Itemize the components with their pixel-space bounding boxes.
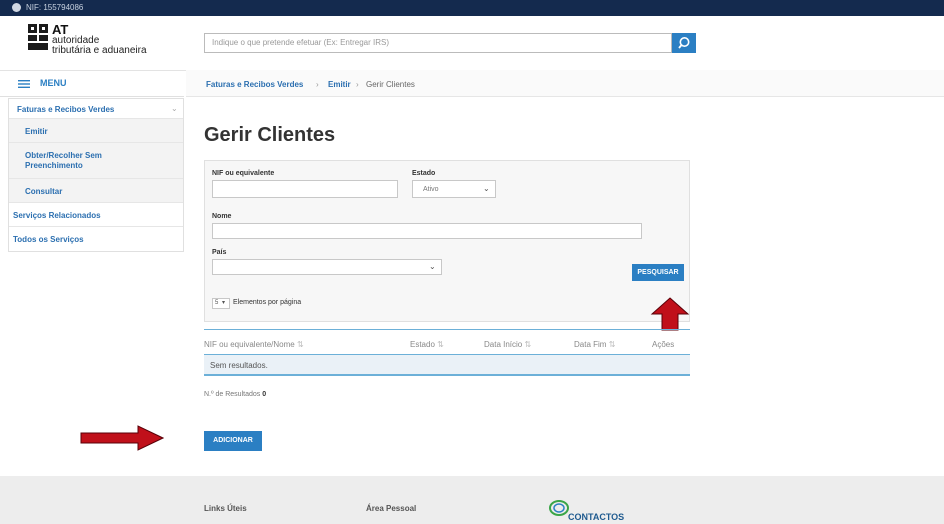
column-header-acoes: Ações xyxy=(652,340,675,349)
sort-icon: ⇅ xyxy=(296,340,304,349)
sidebar-item-label: Emitir xyxy=(25,127,48,136)
top-bar xyxy=(0,0,944,16)
results-count: N.º de Resultados 0 xyxy=(204,391,266,398)
sidebar-item-label: Todos os Serviços xyxy=(13,235,84,244)
sidebar-item-faturas[interactable]: Faturas e Recibos Verdes ⌄ xyxy=(9,99,183,119)
nome-input[interactable] xyxy=(212,223,642,239)
red-up-arrow-icon xyxy=(650,297,690,331)
breadcrumb-item[interactable]: Faturas e Recibos Verdes xyxy=(206,80,303,89)
column-header-label: Data Fim xyxy=(574,340,607,349)
sort-icon: ⇅ xyxy=(608,340,616,349)
nome-label: Nome xyxy=(212,213,232,220)
user-icon xyxy=(12,3,21,12)
search-input[interactable]: Indique o que pretende efetuar (Ex: Entr… xyxy=(204,33,672,53)
results-count-label: N.º de Resultados xyxy=(204,391,261,398)
sidebar-item-label: Consultar xyxy=(25,187,63,196)
column-header-label: Estado xyxy=(410,340,435,349)
footer xyxy=(0,476,944,524)
page-title: Gerir Clientes xyxy=(204,124,336,146)
column-header-estado[interactable]: Estado ⇅ xyxy=(410,340,444,349)
sidebar-item-obter[interactable]: Obter/Recolher Sem Preenchimento xyxy=(9,143,183,179)
search-filter-button[interactable]: PESQUISAR xyxy=(632,264,684,281)
search-button[interactable] xyxy=(672,33,696,53)
empty-results-text: Sem resultados. xyxy=(210,361,268,370)
table-row xyxy=(204,354,690,376)
column-header-label: Data Início xyxy=(484,340,523,349)
sidebar-nav: Faturas e Recibos Verdes ⌄ Emitir Obter/… xyxy=(8,98,184,252)
nif-input[interactable] xyxy=(212,180,398,198)
sidebar-item-label: Faturas e Recibos Verdes xyxy=(17,105,115,114)
pais-select[interactable]: ⌄ xyxy=(212,259,442,275)
estado-select[interactable]: Ativo ⌄ xyxy=(412,180,496,198)
results-count-value: 0 xyxy=(262,391,267,398)
red-right-arrow-icon xyxy=(80,425,164,451)
pais-label: País xyxy=(212,249,227,256)
sidebar-item-servicos-relacionados[interactable]: Serviços Relacionados xyxy=(9,203,183,227)
column-header-nif[interactable]: NIF ou equivalente/Nome ⇅ xyxy=(204,340,304,349)
sidebar-item-consultar[interactable]: Consultar xyxy=(9,179,183,203)
column-header-data-inicio[interactable]: Data Início ⇅ xyxy=(484,340,531,349)
breadcrumb-separator: › xyxy=(356,80,359,89)
breadcrumb-item[interactable]: Emitir xyxy=(328,80,351,89)
contact-bubble-icon xyxy=(549,500,569,516)
search-icon xyxy=(678,37,690,49)
breadcrumb-separator: › xyxy=(316,80,319,89)
column-header-data-fim[interactable]: Data Fim ⇅ xyxy=(574,340,615,349)
sort-icon: ⇅ xyxy=(437,340,444,349)
column-header-label: NIF ou equivalente/Nome xyxy=(204,340,295,349)
nif-label: NIF ou equivalente xyxy=(212,170,275,177)
table-top-border xyxy=(204,329,690,330)
estado-value: Ativo xyxy=(423,186,439,193)
estado-label: Estado xyxy=(412,170,436,177)
chevron-down-icon: ⌄ xyxy=(171,104,178,113)
menu-label[interactable]: MENU xyxy=(40,78,67,88)
sort-icon: ⇅ xyxy=(524,340,532,349)
hamburger-icon[interactable] xyxy=(18,80,30,88)
chevron-down-icon: ▾ xyxy=(222,300,226,306)
sidebar-item-todos-servicos[interactable]: Todos os Serviços xyxy=(9,227,183,251)
sidebar-item-emitir[interactable]: Emitir xyxy=(9,119,183,143)
page-size-label: Elementos por página xyxy=(233,299,302,306)
sidebar-item-label: Serviços Relacionados xyxy=(13,211,101,220)
sidebar-item-label: Obter/Recolher Sem Preenchimento xyxy=(25,151,102,170)
footer-area-pessoal: Área Pessoal xyxy=(366,504,417,513)
footer-links-uteis: Links Úteis xyxy=(204,504,247,513)
contacts-link[interactable]: CONTACTOS xyxy=(568,512,624,522)
nif-text: NIF: 155794086 xyxy=(26,3,84,12)
chevron-down-icon: ⌄ xyxy=(429,262,436,271)
add-button[interactable]: ADICIONAR xyxy=(204,431,262,451)
page-size-select[interactable]: 5 ▾ xyxy=(212,298,230,309)
logo-line2: tributária e aduaneira xyxy=(52,45,147,56)
chevron-down-icon: ⌄ xyxy=(483,184,490,193)
breadcrumb-current: Gerir Clientes xyxy=(366,80,415,89)
page-size-value: 5 xyxy=(215,300,219,306)
search-placeholder: Indique o que pretende efetuar (Ex: Entr… xyxy=(212,38,389,47)
at-logo-icon[interactable] xyxy=(28,24,48,50)
